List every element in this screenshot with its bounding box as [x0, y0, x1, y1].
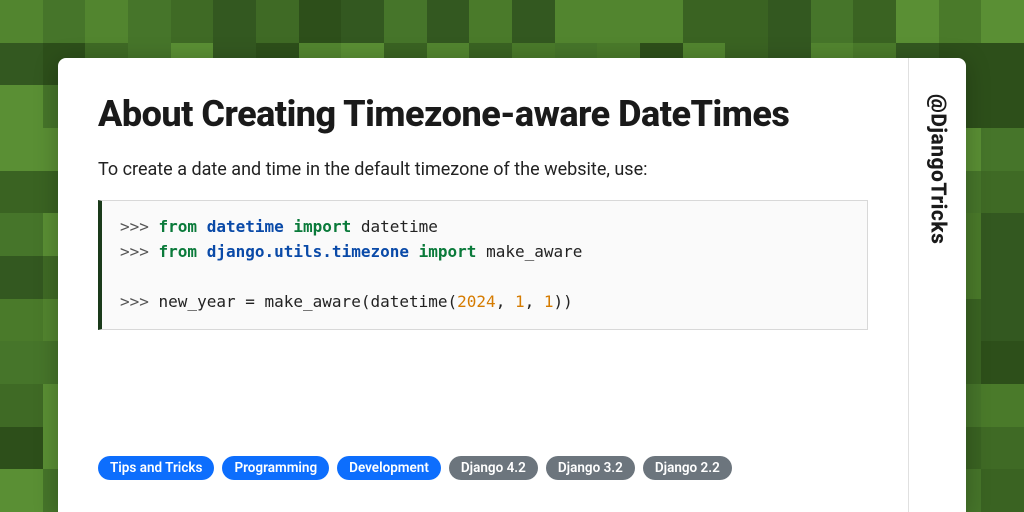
keyword-import: import: [419, 242, 477, 261]
description: To create a date and time in the default…: [98, 159, 868, 180]
tag[interactable]: Development: [337, 456, 441, 480]
code-text: )): [554, 292, 573, 311]
prompt: >>>: [120, 292, 159, 311]
imported-name: datetime: [361, 217, 438, 236]
number-literal: 1: [544, 292, 554, 311]
keyword-from: from: [159, 217, 198, 236]
number-literal: 2024: [457, 292, 496, 311]
prompt: >>>: [120, 242, 159, 261]
card-content: About Creating Timezone-aware DateTimes …: [58, 58, 908, 512]
tag[interactable]: Django 2.2: [643, 456, 732, 480]
code-block: >>> from datetime import datetime >>> fr…: [98, 200, 868, 329]
tag-list: Tips and Tricks Programming Development Dja…: [98, 456, 868, 480]
tag[interactable]: Tips and Tricks: [98, 456, 214, 480]
imported-name: make_aware: [486, 242, 582, 261]
keyword-from: from: [159, 242, 198, 261]
author-handle: @DjangoTricks: [926, 94, 950, 244]
card: About Creating Timezone-aware DateTimes …: [58, 58, 966, 512]
module-name: django.utils.timezone: [207, 242, 409, 261]
keyword-import: import: [293, 217, 351, 236]
code-text: ,: [496, 292, 515, 311]
tag[interactable]: Programming: [222, 456, 329, 480]
tag[interactable]: Django 3.2: [546, 456, 635, 480]
page-title: About Creating Timezone-aware DateTimes: [98, 94, 868, 135]
number-literal: 1: [515, 292, 525, 311]
sidebar: @DjangoTricks: [908, 58, 966, 512]
module-name: datetime: [207, 217, 284, 236]
code-text: ,: [525, 292, 544, 311]
code-text: new_year = make_aware(datetime(: [159, 292, 458, 311]
prompt: >>>: [120, 217, 159, 236]
tag[interactable]: Django 4.2: [449, 456, 538, 480]
